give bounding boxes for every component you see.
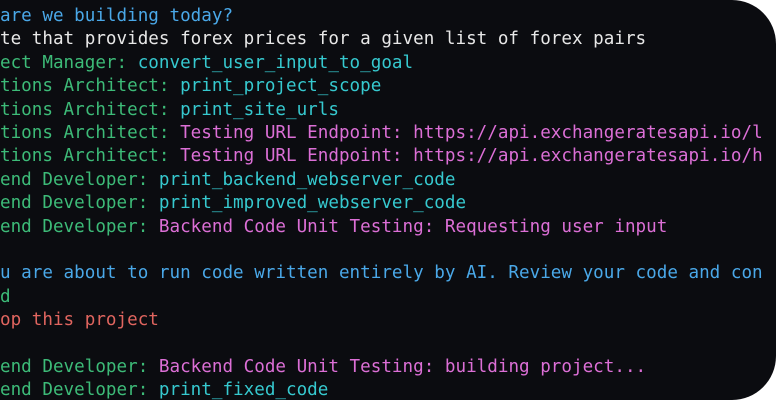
terminal-line: are we building today? bbox=[0, 4, 233, 28]
terminal-line: end Developer: print_backend_webserver_c… bbox=[0, 168, 455, 192]
terminal-text-segment: convert_user_input_to_goal bbox=[137, 52, 414, 73]
terminal-text-segment: print_backend_webserver_code bbox=[158, 169, 456, 190]
terminal-text-segment: tions Architect: bbox=[0, 76, 181, 97]
terminal-text-segment: print_site_urls bbox=[180, 99, 339, 120]
terminal-line: tions Architect: Testing URL Endpoint: h… bbox=[0, 121, 763, 145]
terminal-text-segment: are we building today? bbox=[0, 6, 234, 26]
terminal-line: tions Architect: print_site_urls bbox=[0, 98, 339, 122]
terminal-text-segment: Testing URL Endpoint: https://api.exchan… bbox=[180, 123, 763, 143]
terminal-line: te that provides forex prices for a give… bbox=[0, 27, 646, 51]
terminal-line: tions Architect: print_project_scope bbox=[0, 74, 381, 98]
terminal-text-segment: Testing URL Endpoint: https://api.exchan… bbox=[180, 146, 763, 167]
terminal-line: end Developer: print_improved_webserver_… bbox=[0, 191, 466, 215]
terminal-line: op this project bbox=[0, 308, 159, 332]
terminal-text-segment: end Developer: bbox=[0, 357, 159, 377]
terminal-text-segment: u are about to run code written entirely… bbox=[0, 263, 763, 284]
terminal-line: d bbox=[0, 285, 11, 309]
terminal-text-segment: Backend Code Unit Testing: Requesting us… bbox=[158, 216, 668, 237]
terminal-text-segment: Backend Code Unit Testing: building proj… bbox=[158, 357, 647, 377]
terminal-line: end Developer: print_fixed_code bbox=[0, 378, 328, 400]
terminal-line: u are about to run code written entirely… bbox=[0, 261, 763, 285]
terminal-text-segment: print_improved_webserver_code bbox=[158, 193, 467, 214]
terminal-text-segment: ect Manager: bbox=[0, 52, 138, 73]
terminal-text-segment: print_fixed_code bbox=[158, 380, 329, 400]
terminal-text-segment: d bbox=[0, 286, 11, 307]
terminal-text-segment: end Developer: bbox=[0, 380, 159, 400]
terminal-line: end Developer: Backend Code Unit Testing… bbox=[0, 215, 667, 239]
terminal-window: are we building today? te that provides f… bbox=[0, 0, 776, 400]
terminal-text-segment: end Developer: bbox=[0, 216, 159, 237]
terminal-text-segment: op this project bbox=[0, 310, 159, 331]
terminal-text-segment: end Developer: bbox=[0, 193, 159, 214]
terminal-text-segment: te that provides forex prices for a give… bbox=[0, 29, 647, 50]
terminal-line: tions Architect: Testing URL Endpoint: h… bbox=[0, 144, 763, 168]
terminal-text-segment: print_project_scope bbox=[180, 76, 382, 97]
terminal-text-segment: tions Architect: bbox=[0, 146, 181, 167]
terminal-text-segment: tions Architect: bbox=[0, 99, 181, 120]
terminal-text-segment: tions Architect: bbox=[0, 123, 181, 143]
terminal-line: ect Manager: convert_user_input_to_goal bbox=[0, 51, 413, 75]
terminal-text-segment: end Developer: bbox=[0, 169, 159, 190]
terminal-line: end Developer: Backend Code Unit Testing… bbox=[0, 355, 646, 379]
